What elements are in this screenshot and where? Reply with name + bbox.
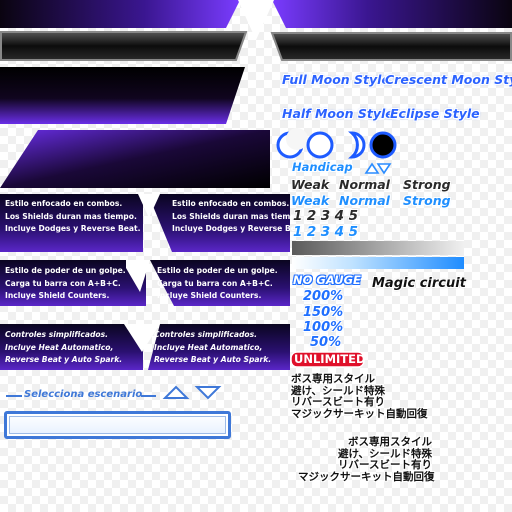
gauge-no-gauge[interactable]: NO GAUGE — [293, 273, 361, 287]
big-panel-1 — [0, 67, 245, 124]
desc-left-1: Estilo enfocado en combos. Los Shields d… — [5, 198, 141, 236]
crescent-moon-icon — [276, 128, 308, 159]
desc-right-1: Estilo enfocado en combos. Los Shields d… — [172, 198, 308, 236]
gauge-magic-circuit[interactable]: Magic circuit — [372, 276, 466, 291]
desc-line: Reverse Beat y Auto Spark. — [5, 355, 123, 364]
desc-line: Estilo enfocado en combos. — [5, 199, 123, 208]
gauge-unlimited[interactable]: UNLIMITED — [294, 352, 366, 366]
handicap-strong-blue[interactable]: Strong — [403, 193, 451, 208]
top-sheen-right — [272, 0, 512, 28]
desc-right-2: Estilo de poder de un golpe. Carga tu ba… — [157, 265, 278, 303]
desc-line: Incluye Dodges y Reverse Beat. — [172, 224, 308, 233]
boss-line: ボス専用スタイル — [348, 436, 432, 448]
eclipse-icon — [369, 131, 397, 159]
desc-line: Reverse Beat y Auto Spark. — [154, 355, 272, 364]
handicap-normal-dark[interactable]: Normal — [339, 177, 390, 192]
top-sheen-left — [0, 0, 240, 28]
boss-line: リバースビート有り — [338, 459, 432, 471]
handicap-label: Handicap — [292, 160, 353, 174]
style-name-eclipse[interactable]: Eclipse Style — [390, 106, 480, 121]
desc-line: Incluye Heat Automatico, — [5, 342, 114, 352]
boss-text-right: ボス専用スタイル 避け、シールド特殊 リバースビート有り マジックサーキット自動… — [298, 436, 435, 483]
handicap-normal-blue[interactable]: Normal — [339, 193, 390, 208]
desc-line: Incluye Heat Automatico, — [154, 342, 263, 352]
desc-line: Controles simplificados. — [5, 330, 109, 339]
desc-line: Carga tu barra con A+B+C. — [5, 278, 121, 288]
metal-bar-left — [0, 31, 248, 61]
desc-line: Incluye Dodges y Reverse Beat. — [5, 224, 141, 233]
handicap-weak-dark[interactable]: Weak — [291, 177, 329, 192]
style-name-full-moon[interactable]: Full Moon Style — [282, 72, 390, 87]
desc-line: Los Shields duran mas tiempo. — [172, 211, 304, 221]
stage-select-input[interactable] — [4, 411, 231, 439]
handicap-up-arrow-icon — [364, 162, 380, 174]
style-name-crescent-moon[interactable]: Crescent Moon Style — [385, 72, 512, 87]
blue-gradient-bar — [292, 257, 464, 269]
handicap-weak-blue[interactable]: Weak — [291, 193, 329, 208]
big-panel-2 — [0, 130, 270, 188]
boss-line: マジックサーキット自動回復 — [291, 407, 428, 420]
desc-line: Estilo de poder de un golpe. — [157, 266, 278, 275]
boss-text-left: ボス専用スタイル 避け、シールド特殊 リバースビート有り マジックサーキット自動… — [291, 373, 428, 420]
gauge-150[interactable]: 150% — [303, 305, 343, 320]
desc-left-2: Estilo de poder de un golpe. Carga tu ba… — [5, 265, 126, 303]
desc-line: Controles simplificados. — [154, 330, 258, 339]
desc-line: Estilo enfocado en combos. — [172, 199, 290, 208]
desc-line: Incluye Shield Counters. — [157, 291, 262, 300]
handicap-strong-dark[interactable]: Strong — [403, 177, 451, 192]
desc-line: Incluye Shield Counters. — [5, 291, 110, 300]
grey-gradient-bar — [292, 241, 464, 255]
boss-line: ボス専用スタイル — [291, 373, 375, 385]
half-moon-icon — [348, 131, 366, 159]
style-name-half-moon[interactable]: Half Moon Style — [282, 106, 394, 121]
full-moon-icon — [306, 131, 334, 159]
gauge-100[interactable]: 100% — [303, 320, 343, 335]
handicap-digits-blue[interactable]: 12345 — [293, 224, 362, 240]
stage-up-arrow-icon — [162, 385, 190, 399]
metal-bar-right — [270, 32, 512, 61]
desc-right-3: Controles simplificados. Incluye Heat Au… — [154, 329, 271, 367]
gauge-200[interactable]: 200% — [303, 289, 343, 304]
stage-down-arrow-icon — [194, 386, 222, 400]
desc-line: Carga tu barra con A+B+C. — [157, 278, 273, 288]
desc-line: Los Shields duran mas tiempo. — [5, 211, 137, 221]
boss-line: リバースビート有り — [291, 396, 385, 408]
desc-left-3: Controles simplificados. Incluye Heat Au… — [5, 329, 122, 367]
stage-select-label: Selecciona escenario — [24, 389, 143, 400]
boss-line: マジックサーキット自動回復 — [298, 470, 435, 483]
desc-line: Estilo de poder de un golpe. — [5, 266, 126, 275]
handicap-down-arrow-icon — [376, 163, 392, 175]
handicap-digits-dark[interactable]: 12345 — [293, 208, 362, 224]
gauge-50[interactable]: 50% — [310, 335, 341, 350]
